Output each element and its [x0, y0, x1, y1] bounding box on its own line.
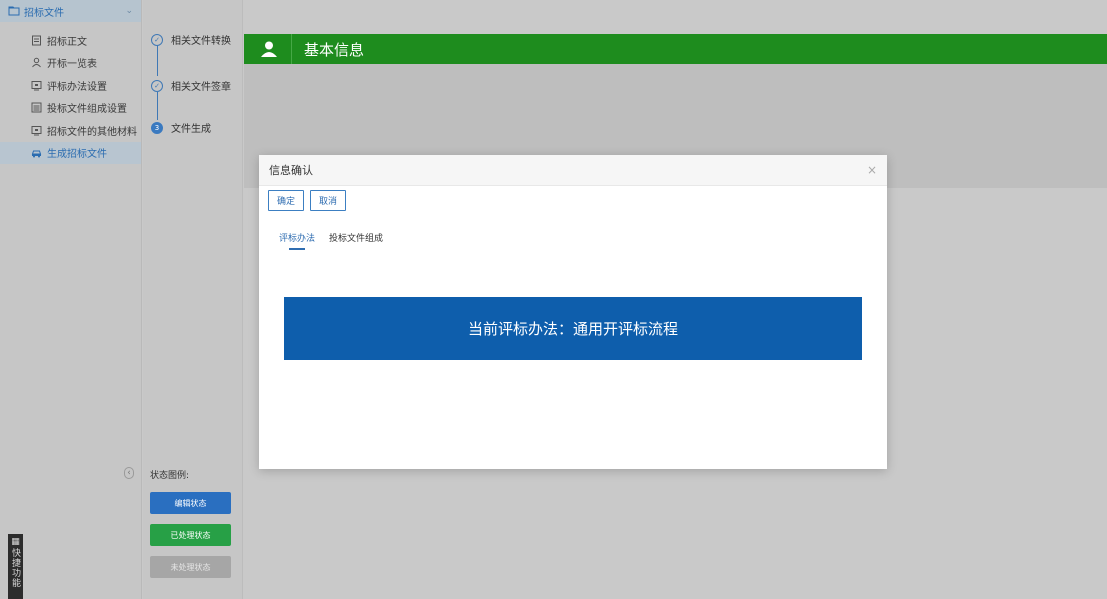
tab-bid-composition[interactable]: 投标文件组成: [329, 231, 383, 250]
step-connector: [157, 92, 158, 120]
sidebar-item-label: 招标文件的其他材料: [47, 126, 137, 138]
step-file-signing[interactable]: ✓ 相关文件签章: [151, 78, 231, 93]
step-label: 文件生成: [171, 124, 211, 135]
cancel-button[interactable]: 取消: [310, 190, 347, 211]
step-label: 相关文件转换: [171, 36, 231, 47]
step-file-conversion[interactable]: ✓ 相关文件转换: [151, 32, 231, 47]
evaluation-method-banner: 当前评标办法：通用开评标流程: [284, 297, 862, 360]
sidebar-item-label: 开标一览表: [47, 59, 97, 71]
sidebar: 招标文件 ⌄ 招标正文 开标一览表 评标办法设置 投标文件组成设置 招标文件的其…: [0, 0, 142, 599]
chevron-down-icon[interactable]: ⌄: [125, 6, 133, 16]
quick-functions-label: 快捷功能: [10, 548, 20, 588]
person-icon: [256, 34, 282, 64]
dialog-tabs: 评标办法 投标文件组成: [279, 231, 383, 250]
close-icon[interactable]: ×: [867, 163, 877, 177]
car-icon: [31, 150, 42, 158]
sidebar-item-label: 投标文件组成设置: [47, 104, 127, 116]
section-header: 基本信息: [244, 34, 1107, 64]
sidebar-item-other-materials[interactable]: 招标文件的其他材料: [0, 119, 141, 142]
confirm-button[interactable]: 确定: [268, 190, 305, 211]
dialog-title: 信息确认: [269, 164, 313, 177]
document-icon: [32, 35, 41, 46]
grid-icon: ▦: [10, 537, 21, 548]
sidebar-item-bid-composition[interactable]: 投标文件组成设置: [0, 97, 141, 120]
list-icon: [31, 102, 42, 113]
legend-processed: 已处理状态: [150, 524, 231, 546]
sidebar-header-label: 招标文件: [24, 7, 64, 19]
step-number-badge: 3: [151, 121, 163, 134]
step-file-generation[interactable]: 3 文件生成: [151, 120, 211, 135]
sidebar-item-label: 招标正文: [47, 36, 87, 48]
monitor-icon: [31, 125, 42, 136]
sidebar-item-label: 评标办法设置: [47, 81, 107, 93]
check-circle-icon: ✓: [151, 79, 163, 92]
sidebar-item-evaluation-settings[interactable]: 评标办法设置: [0, 74, 141, 97]
step-label: 相关文件签章: [171, 82, 231, 93]
legend-unprocessed: 未处理状态: [150, 556, 231, 578]
steps-panel: ✓ 相关文件转换 ✓ 相关文件签章 3 文件生成 状态图例: 编辑状态 已处理状…: [143, 0, 243, 599]
sidebar-item-generate-file[interactable]: 生成招标文件: [0, 141, 141, 164]
folder-icon: [8, 6, 20, 16]
dialog-header: 信息确认 ×: [259, 155, 887, 186]
collapse-arrow-icon[interactable]: ‹: [124, 467, 134, 479]
monitor-icon: [31, 80, 42, 91]
legend-title: 状态图例:: [150, 471, 190, 481]
sidebar-header[interactable]: 招标文件 ⌄: [0, 0, 141, 22]
info-confirm-dialog: 信息确认 × 确定 取消 评标办法 投标文件组成 当前评标办法：通用开评标流程: [259, 155, 887, 469]
section-title: 基本信息: [304, 40, 365, 59]
legend-editing: 编辑状态: [150, 492, 231, 514]
tab-evaluation-method[interactable]: 评标办法: [279, 231, 315, 250]
step-connector: [157, 44, 158, 76]
check-circle-icon: ✓: [151, 33, 163, 46]
header-divider: [291, 34, 292, 64]
sidebar-item-opening-list[interactable]: 开标一览表: [0, 52, 141, 75]
quick-functions-button[interactable]: ▦ 快捷功能: [8, 534, 23, 599]
user-icon: [32, 58, 41, 68]
sidebar-item-bid-text[interactable]: 招标正文: [0, 29, 141, 52]
sidebar-item-label: 生成招标文件: [47, 149, 107, 161]
